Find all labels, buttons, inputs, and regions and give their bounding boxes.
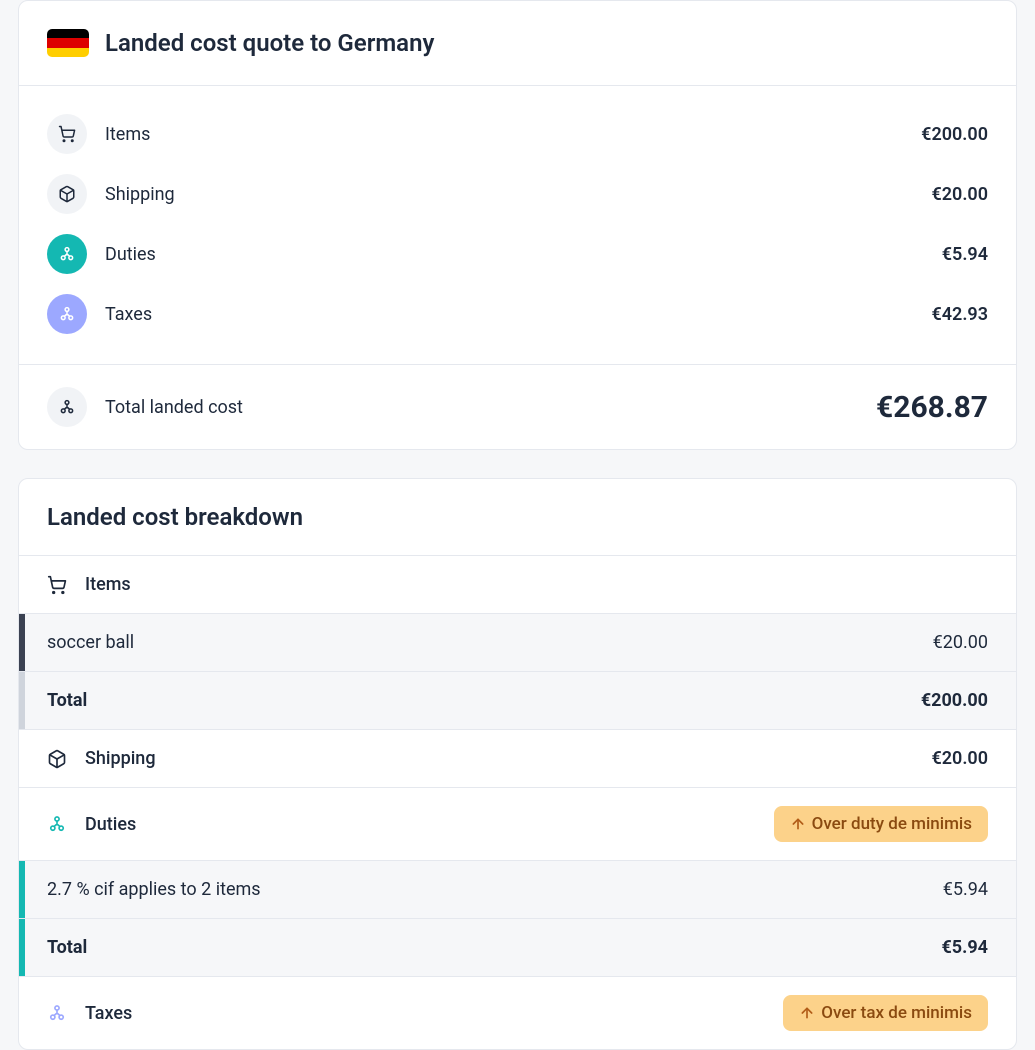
breakdown-items-header: Items (19, 556, 1016, 614)
breakdown-taxes-label: Taxes (85, 1003, 765, 1024)
breakdown-items-total-value: €200.00 (921, 690, 988, 711)
breakdown-item-row: soccer ball €20.00 (19, 614, 1016, 672)
arrow-up-icon (799, 1005, 815, 1021)
landed-cost-breakdown-card: Landed cost breakdown Items soccer ball … (18, 478, 1017, 1050)
quote-total-label: Total landed cost (105, 397, 876, 418)
quote-shipping-label: Shipping (105, 184, 931, 205)
quote-duties-value: €5.94 (942, 244, 988, 265)
quote-row-shipping: Shipping €20.00 (47, 164, 988, 224)
quote-taxes-label: Taxes (105, 304, 931, 325)
quote-items-label: Items (105, 124, 921, 145)
arrow-up-icon (790, 816, 806, 832)
breakdown-title: Landed cost breakdown (47, 503, 988, 531)
breakdown-duties-total-row: Total €5.94 (19, 919, 1016, 977)
breakdown-duties-total-label: Total (47, 937, 941, 958)
total-icon (47, 387, 87, 427)
breakdown-shipping-value: €20.00 (931, 748, 988, 769)
quote-shipping-value: €20.00 (931, 184, 988, 205)
taxes-badge-text: Over tax de minimis (821, 1003, 972, 1023)
breakdown-duties-detail-row: 2.7 % cif applies to 2 items €5.94 (19, 861, 1016, 919)
breakdown-duties-detail-label: 2.7 % cif applies to 2 items (47, 879, 943, 900)
taxes-icon (47, 294, 87, 334)
breakdown-item-value: €20.00 (933, 632, 988, 653)
breakdown-items-label: Items (85, 574, 988, 595)
package-icon (47, 174, 87, 214)
breakdown-shipping-label: Shipping (85, 748, 913, 769)
quote-taxes-value: €42.93 (931, 304, 988, 325)
over-tax-de-minimis-badge: Over tax de minimis (783, 995, 988, 1031)
quote-row-items: Items €200.00 (47, 104, 988, 164)
breakdown-item-name: soccer ball (47, 632, 933, 653)
quote-total-value: €268.87 (876, 390, 988, 425)
breakdown-shipping-row: Shipping €20.00 (19, 730, 1016, 788)
breakdown-duties-total-value: €5.94 (941, 937, 988, 958)
over-duty-de-minimis-badge: Over duty de minimis (774, 806, 988, 842)
quote-line-items: Items €200.00 Shipping €20.00 Duties €5.… (19, 85, 1016, 364)
package-icon (47, 749, 67, 769)
breakdown-duties-header: Duties Over duty de minimis (19, 788, 1016, 861)
quote-total-row: Total landed cost €268.87 (19, 364, 1016, 449)
duties-icon (47, 234, 87, 274)
quote-duties-label: Duties (105, 244, 942, 265)
breakdown-items-total-row: Total €200.00 (19, 672, 1016, 730)
breakdown-duties-label: Duties (85, 814, 756, 835)
cart-icon (47, 114, 87, 154)
quote-title: Landed cost quote to Germany (105, 29, 434, 57)
duties-icon (47, 814, 67, 834)
germany-flag-icon (47, 29, 89, 57)
breakdown-header: Landed cost breakdown (19, 479, 1016, 556)
landed-cost-quote-card: Landed cost quote to Germany Items €200.… (18, 0, 1017, 450)
quote-header: Landed cost quote to Germany (19, 1, 1016, 85)
breakdown-duties-detail-value: €5.94 (943, 879, 988, 900)
quote-row-duties: Duties €5.94 (47, 224, 988, 284)
breakdown-items-total-label: Total (47, 690, 921, 711)
quote-items-value: €200.00 (921, 124, 988, 145)
taxes-icon (47, 1003, 67, 1023)
cart-icon (47, 575, 67, 595)
quote-row-taxes: Taxes €42.93 (47, 284, 988, 344)
breakdown-taxes-header: Taxes Over tax de minimis (19, 977, 1016, 1049)
duties-badge-text: Over duty de minimis (812, 814, 972, 834)
